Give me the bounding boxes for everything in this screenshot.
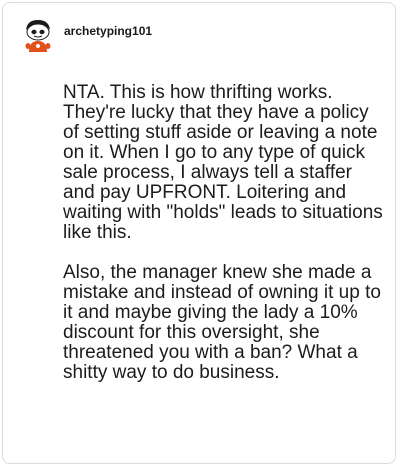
snoo-avatar-icon[interactable] [21,17,55,53]
comment-paragraph: NTA. This is how thrifting works. They'r… [63,82,383,243]
comment-card: archetyping101 NTA. This is how thriftin… [2,2,396,464]
comment-paragraph: Also, the manager knew she made a mistak… [63,262,381,383]
comment-body: NTA. This is how thrifting works. They'r… [63,83,383,403]
comment-header: archetyping101 [21,17,152,53]
username[interactable]: archetyping101 [64,24,152,38]
